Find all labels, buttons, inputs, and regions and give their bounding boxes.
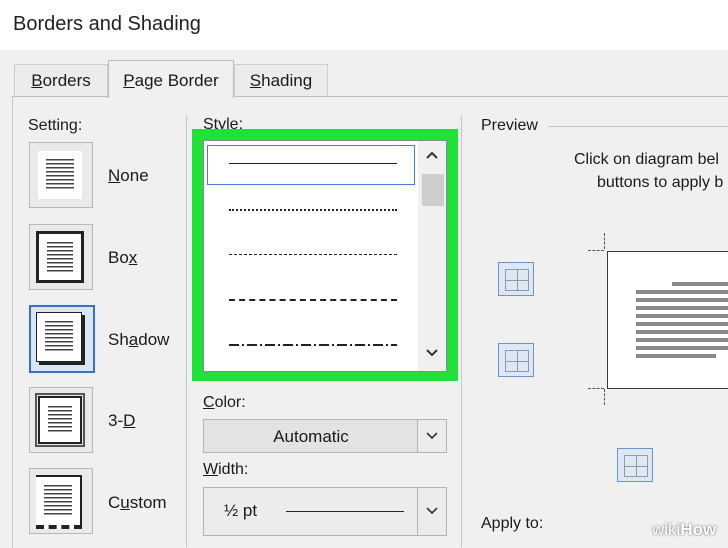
preview-instruction-1: Click on diagram bel	[574, 151, 719, 168]
preview-text-line	[672, 282, 728, 286]
preview-diagram[interactable]	[607, 251, 728, 389]
tab-borders-label: orders	[42, 71, 91, 90]
setting-3d-button[interactable]	[29, 387, 93, 453]
preview-text-line	[636, 354, 716, 358]
setting-box-button[interactable]	[29, 224, 93, 290]
crop-mark	[604, 233, 605, 249]
setting-shadow-button[interactable]	[29, 305, 95, 373]
divider-left	[186, 115, 187, 547]
style-scrollbar[interactable]	[418, 141, 446, 371]
tab-page-border-accel: P	[123, 71, 135, 90]
tab-page-border-label: age Border	[134, 71, 219, 90]
tab-shading-accel: S	[249, 71, 262, 90]
left-border-button[interactable]	[617, 448, 653, 482]
width-value: ½ pt	[224, 501, 258, 520]
style-line-fine-dashed[interactable]	[229, 254, 397, 255]
setting-shadow-label[interactable]: Shadow	[108, 330, 169, 350]
style-line-dashed[interactable]	[229, 299, 397, 301]
setting-custom-button[interactable]	[29, 468, 93, 534]
preview-text-line	[636, 346, 728, 350]
color-dropdown[interactable]: Automatic	[203, 419, 447, 453]
preview-heading: Preview	[481, 117, 538, 134]
tab-shading[interactable]: Shading	[234, 64, 328, 97]
scroll-up-icon[interactable]	[418, 147, 446, 163]
preview-text-line	[636, 306, 728, 310]
style-line-dotted[interactable]	[229, 209, 397, 211]
setting-3d-label[interactable]: 3-D	[108, 411, 135, 431]
top-border-icon	[505, 269, 529, 291]
page-icon-3d	[35, 393, 85, 447]
setting-box-label[interactable]: Box	[108, 248, 137, 268]
preview-text-line	[636, 290, 728, 294]
crop-mark	[604, 389, 605, 405]
preview-rule	[548, 126, 728, 127]
style-listbox[interactable]	[203, 140, 447, 372]
wikihow-watermark: wikiHow	[652, 520, 717, 539]
crop-mark	[588, 250, 604, 251]
preview-text-line	[636, 322, 728, 326]
top-border-button[interactable]	[498, 262, 534, 296]
setting-heading: Setting:	[28, 117, 83, 134]
page-icon-none	[38, 151, 82, 199]
title-bar: Borders and Shading	[0, 0, 728, 50]
width-sample-line	[286, 511, 404, 512]
page-icon-box	[36, 231, 84, 283]
preview-instruction-2: buttons to apply b	[597, 174, 724, 191]
page-icon-custom	[36, 475, 82, 529]
preview-text-line	[636, 338, 728, 342]
divider-right	[461, 115, 462, 547]
color-value: Automatic	[273, 427, 349, 446]
scroll-thumb[interactable]	[422, 174, 444, 206]
tab-page-border[interactable]: Page Border	[108, 60, 234, 98]
selected-style-item[interactable]	[207, 145, 415, 185]
setting-custom-label[interactable]: Custom	[108, 493, 167, 513]
crop-mark	[588, 388, 604, 389]
tab-borders-accel: B	[31, 71, 43, 90]
chevron-down-icon[interactable]	[417, 420, 446, 452]
apply-to-label: Apply to:	[481, 515, 544, 532]
tab-borders[interactable]: Borders	[14, 64, 108, 97]
preview-text-line	[636, 330, 728, 334]
preview-text-line	[636, 314, 728, 318]
dialog-title: Borders and Shading	[13, 13, 201, 35]
chevron-down-icon[interactable]	[417, 488, 446, 535]
left-border-icon	[624, 455, 648, 477]
page-icon-shadow	[36, 312, 82, 362]
preview-text-line	[636, 298, 728, 302]
style-line-dash-dot[interactable]	[229, 344, 397, 346]
setting-none-button[interactable]	[29, 142, 93, 208]
tab-shading-label: hading	[261, 71, 313, 90]
bottom-border-button[interactable]	[498, 343, 534, 377]
bottom-border-icon	[505, 350, 529, 372]
width-label: Width:	[203, 461, 249, 478]
color-label: Color:	[203, 394, 246, 411]
setting-none-label[interactable]: None	[108, 166, 149, 186]
scroll-down-icon[interactable]	[418, 345, 446, 361]
width-dropdown[interactable]: ½ pt	[203, 487, 447, 536]
style-line-solid[interactable]	[229, 163, 397, 164]
